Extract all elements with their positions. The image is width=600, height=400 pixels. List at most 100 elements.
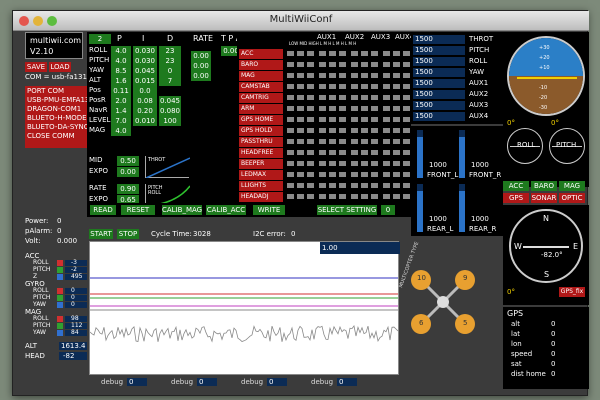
aux-checkbox[interactable] [383, 51, 390, 56]
pid-d-value[interactable]: 0.045 [159, 96, 181, 106]
aux-checkbox[interactable] [361, 62, 368, 67]
aux-checkbox[interactable] [351, 106, 358, 111]
aux-checkbox[interactable] [329, 128, 336, 133]
pid-p-value[interactable]: 2.0 [111, 96, 131, 106]
aux-checkbox[interactable] [351, 117, 358, 122]
aux-checkbox[interactable] [287, 183, 294, 188]
aux-checkbox[interactable] [403, 51, 410, 56]
aux-checkbox[interactable] [307, 128, 314, 133]
pid-i-value[interactable]: 0.030 [133, 56, 157, 66]
pid-i-value[interactable]: 0.045 [133, 66, 157, 76]
pid-p-value[interactable]: 8.5 [111, 66, 131, 76]
aux-checkbox[interactable] [329, 172, 336, 177]
aux-checkbox[interactable] [393, 62, 400, 67]
aux-checkbox[interactable] [307, 117, 314, 122]
aux-checkbox[interactable] [383, 62, 390, 67]
aux-checkbox[interactable] [339, 172, 346, 177]
aux-checkbox[interactable] [393, 84, 400, 89]
aux-checkbox[interactable] [351, 194, 358, 199]
aux-checkbox[interactable] [371, 150, 378, 155]
aux-checkbox[interactable] [297, 172, 304, 177]
aux-checkbox[interactable] [339, 183, 346, 188]
aux-checkbox[interactable] [329, 106, 336, 111]
aux-checkbox[interactable] [403, 106, 410, 111]
aux-checkbox[interactable] [319, 51, 326, 56]
aux-checkbox[interactable] [329, 139, 336, 144]
aux-checkbox[interactable] [287, 62, 294, 67]
pid-p-value[interactable]: 4.0 [111, 56, 131, 66]
aux-checkbox[interactable] [297, 128, 304, 133]
aux-checkbox[interactable] [339, 150, 346, 155]
aux-checkbox[interactable] [371, 95, 378, 100]
aux-checkbox[interactable] [361, 84, 368, 89]
aux-checkbox[interactable] [393, 73, 400, 78]
aux-checkbox[interactable] [339, 73, 346, 78]
aux-checkbox[interactable] [287, 51, 294, 56]
aux-checkbox[interactable] [329, 95, 336, 100]
pid-d-value[interactable]: 23 [159, 46, 181, 56]
aux-checkbox[interactable] [403, 172, 410, 177]
aux-checkbox[interactable] [297, 62, 304, 67]
aux-checkbox[interactable] [393, 106, 400, 111]
aux-checkbox[interactable] [403, 150, 410, 155]
load-button[interactable]: LOAD [49, 62, 71, 72]
aux-checkbox[interactable] [339, 62, 346, 67]
aux-checkbox[interactable] [351, 161, 358, 166]
aux-checkbox[interactable] [297, 117, 304, 122]
aux-checkbox[interactable] [351, 150, 358, 155]
pid-i-value[interactable]: 0.030 [133, 46, 157, 56]
pid-rate-value[interactable]: 0.00 [191, 61, 211, 71]
aux-checkbox[interactable] [403, 139, 410, 144]
aux-checkbox[interactable] [393, 117, 400, 122]
aux-checkbox[interactable] [287, 84, 294, 89]
aux-checkbox[interactable] [403, 84, 410, 89]
aux-checkbox[interactable] [329, 150, 336, 155]
aux-checkbox[interactable] [383, 95, 390, 100]
aux-checkbox[interactable] [307, 161, 314, 166]
aux-checkbox[interactable] [319, 62, 326, 67]
aux-checkbox[interactable] [371, 106, 378, 111]
aux-checkbox[interactable] [361, 106, 368, 111]
aux-checkbox[interactable] [351, 128, 358, 133]
reset-button[interactable]: RESET [121, 205, 155, 215]
aux-checkbox[interactable] [339, 117, 346, 122]
aux-checkbox[interactable] [297, 150, 304, 155]
aux-checkbox[interactable] [297, 139, 304, 144]
aux-checkbox[interactable] [403, 128, 410, 133]
aux-checkbox[interactable] [351, 84, 358, 89]
pid-d-value[interactable]: 7 [159, 76, 181, 86]
pid-p-value[interactable]: 4.0 [111, 126, 131, 136]
com-port-item[interactable]: BLUETO-H-MODEM [27, 114, 93, 123]
aux-checkbox[interactable] [329, 183, 336, 188]
aux-checkbox[interactable] [307, 172, 314, 177]
aux-checkbox[interactable] [393, 95, 400, 100]
aux-checkbox[interactable] [403, 194, 410, 199]
aux-checkbox[interactable] [403, 183, 410, 188]
aux-checkbox[interactable] [371, 183, 378, 188]
aux-checkbox[interactable] [393, 161, 400, 166]
aux-checkbox[interactable] [287, 194, 294, 199]
aux-checkbox[interactable] [371, 51, 378, 56]
start-button[interactable]: START [89, 229, 113, 239]
aux-checkbox[interactable] [307, 62, 314, 67]
pid-i-value[interactable]: 0.010 [133, 116, 157, 126]
expo-value[interactable]: 0.00 [117, 167, 139, 177]
aux-checkbox[interactable] [361, 51, 368, 56]
aux-checkbox[interactable] [393, 139, 400, 144]
aux-checkbox[interactable] [393, 51, 400, 56]
aux-checkbox[interactable] [383, 84, 390, 89]
aux-checkbox[interactable] [351, 172, 358, 177]
aux-checkbox[interactable] [319, 194, 326, 199]
com-port-item[interactable]: USB-PMU-EMFA131 [27, 96, 94, 105]
aux-checkbox[interactable] [371, 84, 378, 89]
aux-checkbox[interactable] [319, 172, 326, 177]
aux-checkbox[interactable] [297, 73, 304, 78]
aux-checkbox[interactable] [307, 73, 314, 78]
aux-checkbox[interactable] [319, 161, 326, 166]
aux-checkbox[interactable] [371, 194, 378, 199]
pid-i-value[interactable]: 0.0 [133, 86, 157, 96]
pid-d-value[interactable]: 100 [159, 116, 181, 126]
aux-checkbox[interactable] [307, 95, 314, 100]
calib-acc-button[interactable]: CALIB_ACC [206, 205, 246, 215]
aux-checkbox[interactable] [383, 150, 390, 155]
